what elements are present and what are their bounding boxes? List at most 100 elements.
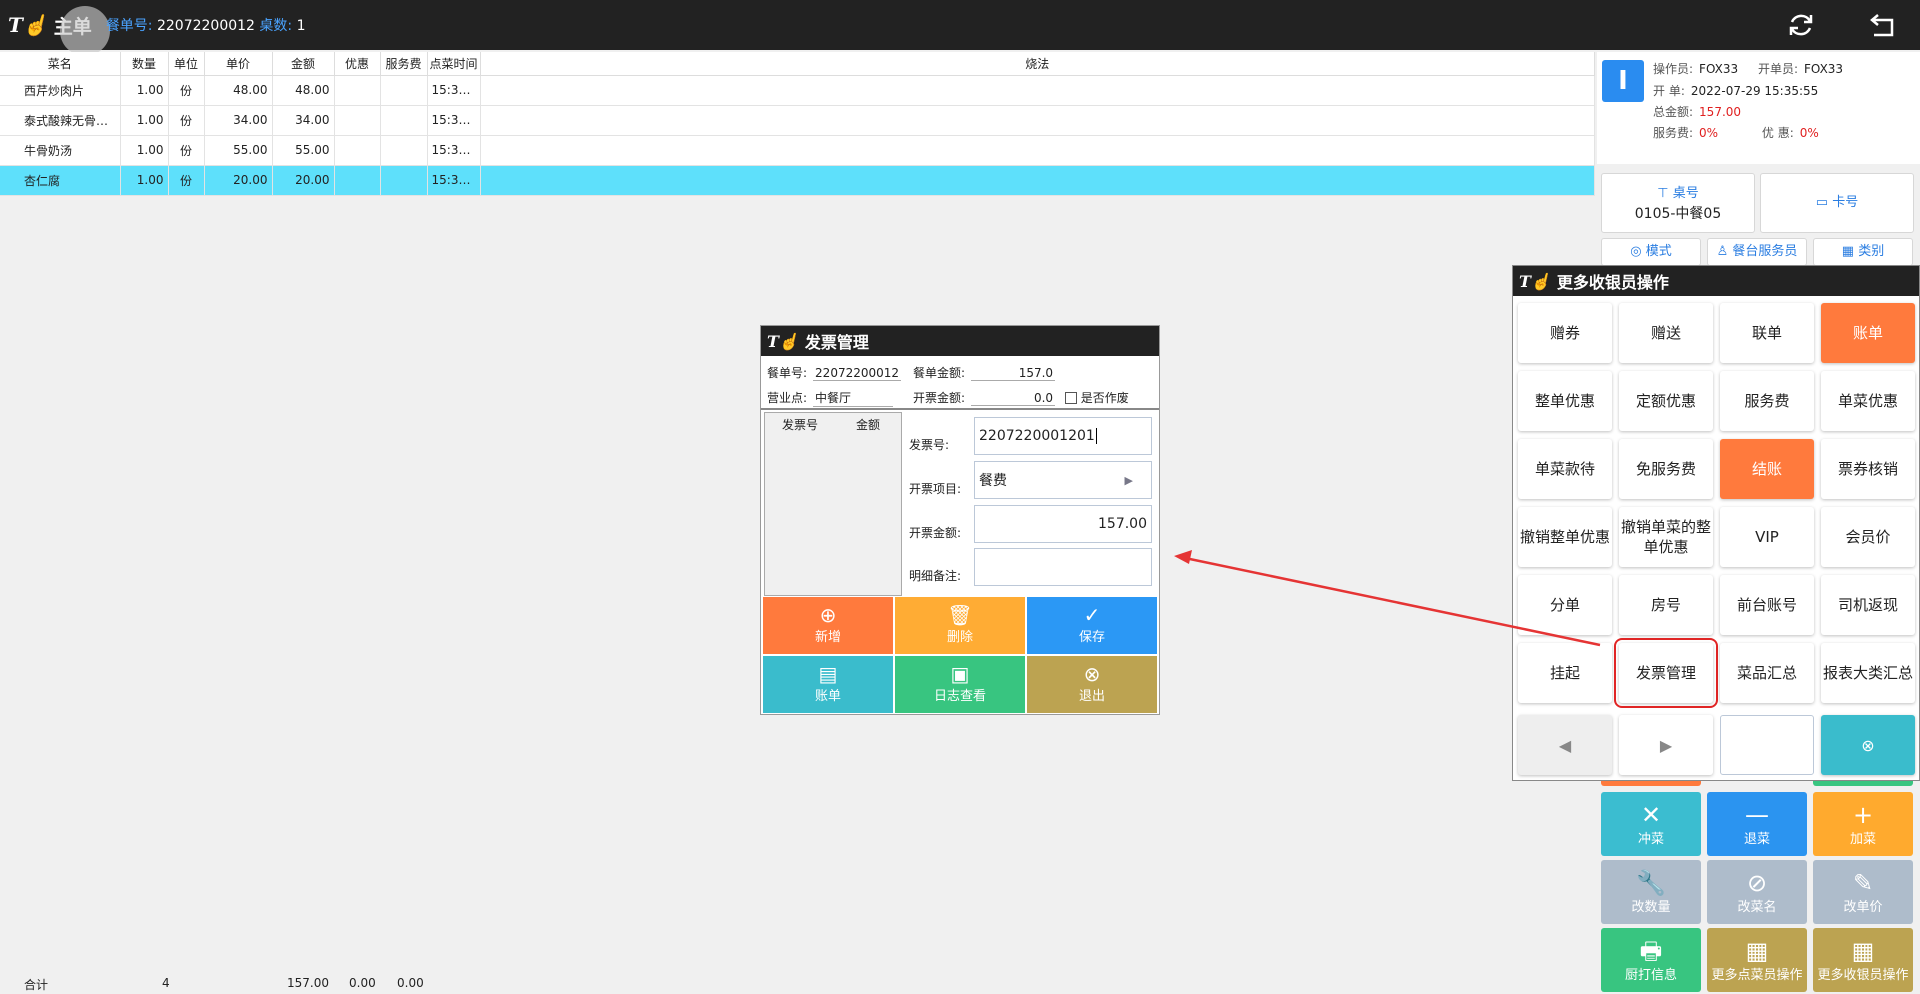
grid-icon: ▦ xyxy=(1745,937,1769,965)
remark-input[interactable] xyxy=(974,548,1152,586)
ops-button[interactable]: 撤销整单优惠 xyxy=(1518,507,1612,567)
void-checkbox[interactable] xyxy=(1064,392,1077,404)
ops-button[interactable]: VIP xyxy=(1720,507,1814,567)
totals-qty: 4 xyxy=(162,976,170,990)
ops-button-label: 前台账号 xyxy=(1736,596,1797,614)
refresh-icon[interactable] xyxy=(1784,10,1818,40)
add-dish-button[interactable]: + 加菜 xyxy=(1813,792,1913,856)
bill-button[interactable]: ▤ 账单 xyxy=(763,656,893,713)
cell-price: 55.00 xyxy=(204,135,273,166)
totals-service: 0.00 xyxy=(397,976,424,990)
logo-mark: T☝ xyxy=(1519,271,1551,291)
cell-unit: 份 xyxy=(168,105,205,136)
cell-method xyxy=(480,165,1595,196)
invoice-amount-label: 开票金额: xyxy=(909,526,962,540)
cell-method xyxy=(480,135,1595,166)
change-name-button[interactable]: ⊘ 改菜名 xyxy=(1707,860,1807,924)
service-value: 0% xyxy=(1699,126,1719,140)
cell-amount: 55.00 xyxy=(272,135,335,166)
ops-button[interactable]: 结账 xyxy=(1720,439,1814,499)
delete-invoice-button[interactable]: 🗑 删除 xyxy=(895,597,1025,654)
exit-button[interactable]: ⊗ 退出 xyxy=(1027,656,1157,713)
cell-unit: 份 xyxy=(168,75,205,106)
void-label: 是否作废 xyxy=(1080,391,1129,405)
mode-icon: ◎ xyxy=(1630,244,1642,259)
more-waiter-ops-button[interactable]: ▦ 更多点菜员操作 xyxy=(1707,928,1807,992)
kitchen-print-button[interactable]: 🖶 厨打信息 xyxy=(1601,928,1701,992)
table-row-selected[interactable]: 杏仁腐 1.00 份 20.00 20.00 15:36:30 xyxy=(0,165,1595,196)
col-header-time: 点菜时间 xyxy=(427,52,481,76)
ops-button[interactable]: 前台账号 xyxy=(1720,575,1814,635)
ops-button-label: 菜品汇总 xyxy=(1736,664,1797,682)
table-row[interactable]: 泰式酸辣无骨鸡... 1.00 份 34.00 34.00 15:36:30 xyxy=(0,105,1595,136)
ops-button-label: VIP xyxy=(1755,528,1779,546)
ops-button[interactable]: 司机返现 xyxy=(1821,575,1915,635)
ops-button[interactable]: 票券核销 xyxy=(1821,439,1915,499)
add-invoice-button[interactable]: ⊕ 新增 xyxy=(763,597,893,654)
change-price-button[interactable]: ✎ 改单价 xyxy=(1813,860,1913,924)
more-cashier-ops-button[interactable]: ▦ 更多收银员操作 xyxy=(1813,928,1913,992)
ops-button[interactable]: 账单 xyxy=(1821,303,1915,363)
back-icon[interactable] xyxy=(1866,10,1900,40)
invoice-amount-input[interactable]: 157.00 xyxy=(974,505,1152,543)
cell-unit: 份 xyxy=(168,165,205,196)
ops-button[interactable]: 服务费 xyxy=(1720,371,1814,431)
cell-discount xyxy=(334,135,381,166)
ops-button[interactable]: 撤销单菜的整单优惠 xyxy=(1619,507,1713,567)
ops-button[interactable]: 挂起 xyxy=(1518,643,1612,703)
invoice-no-input[interactable]: 2207220001201 xyxy=(974,417,1152,455)
prev-page-button[interactable]: ◀ xyxy=(1518,715,1612,775)
divider xyxy=(761,408,1159,410)
table-number-card[interactable]: ⊤ 桌号 0105-中餐05 xyxy=(1601,173,1755,233)
category-button[interactable]: ▦ 类别 xyxy=(1813,238,1913,266)
invoice-list[interactable]: 发票号 金额 xyxy=(764,412,902,596)
ops-button[interactable]: 发票管理 xyxy=(1614,638,1718,708)
ops-button[interactable]: 会员价 xyxy=(1821,507,1915,567)
close-x-icon: ✕ xyxy=(1640,801,1662,829)
cell-discount xyxy=(334,75,381,106)
close-popup-button[interactable]: ⊗ xyxy=(1821,715,1915,775)
change-qty-button[interactable]: 🔧 改数量 xyxy=(1601,860,1701,924)
col-header-amount: 金额 xyxy=(272,52,335,76)
wrench-icon: 🔧 xyxy=(1636,869,1666,897)
ops-button[interactable]: 房号 xyxy=(1619,575,1713,635)
invoice-item-select[interactable]: 餐费 ▶ xyxy=(974,461,1152,499)
next-page-button[interactable]: ▶ xyxy=(1619,715,1713,775)
invoice-dialog: T☝ 发票管理 餐单号: 22072200012 餐单金额: 157.0 营业点: 中… xyxy=(760,325,1160,715)
ops-button[interactable]: 单菜优惠 xyxy=(1821,371,1915,431)
user-icon: ♙ xyxy=(1716,244,1729,259)
page-input[interactable] xyxy=(1720,715,1814,775)
ops-button[interactable]: 定额优惠 xyxy=(1619,371,1713,431)
ops-button[interactable]: 单菜款待 xyxy=(1518,439,1612,499)
ops-button-label: 会员价 xyxy=(1845,528,1891,546)
grid-icon: ▦ xyxy=(1841,244,1855,259)
totals-amount: 157.00 xyxy=(287,976,329,990)
ops-button[interactable]: 免服务费 xyxy=(1619,439,1713,499)
invoice-dialog-header: T☝ 发票管理 xyxy=(761,326,1159,356)
mode-button[interactable]: ◎ 模式 xyxy=(1601,238,1701,266)
order-number-value: 22072200012 xyxy=(813,366,902,381)
trash-icon: 🗑 xyxy=(947,603,973,627)
card-number-card[interactable]: ▭ 卡号 xyxy=(1760,173,1914,233)
ops-button[interactable]: 整单优惠 xyxy=(1518,371,1612,431)
ops-button[interactable]: 分单 xyxy=(1518,575,1612,635)
ops-button[interactable]: 联单 xyxy=(1720,303,1814,363)
order-number: 22072200012 xyxy=(156,18,255,34)
cell-time: 15:36:30 xyxy=(427,165,481,196)
discount-label: 优 惠: xyxy=(1761,126,1794,140)
waiter-button[interactable]: ♙ 餐台服务员 xyxy=(1707,238,1807,266)
totals-discount: 0.00 xyxy=(349,976,376,990)
table-row[interactable]: 牛骨奶汤 1.00 份 55.00 55.00 15:36:30 xyxy=(0,135,1595,166)
cell-service xyxy=(380,135,428,166)
ops-button[interactable]: 菜品汇总 xyxy=(1720,643,1814,703)
ops-button[interactable]: 报表大类汇总 xyxy=(1821,643,1915,703)
text-cursor xyxy=(1095,428,1097,444)
flush-dish-button[interactable]: ✕ 冲菜 xyxy=(1601,792,1701,856)
ops-button-label: 单菜优惠 xyxy=(1837,392,1898,410)
ops-button[interactable]: 赠送 xyxy=(1619,303,1713,363)
return-dish-button[interactable]: — 退菜 xyxy=(1707,792,1807,856)
view-log-button[interactable]: ▣ 日志查看 xyxy=(895,656,1025,713)
ops-button[interactable]: 赠券 xyxy=(1518,303,1612,363)
save-invoice-button[interactable]: ✓ 保存 xyxy=(1027,597,1157,654)
table-row[interactable]: 西芹炒肉片 1.00 份 48.00 48.00 15:36:30 xyxy=(0,75,1595,106)
